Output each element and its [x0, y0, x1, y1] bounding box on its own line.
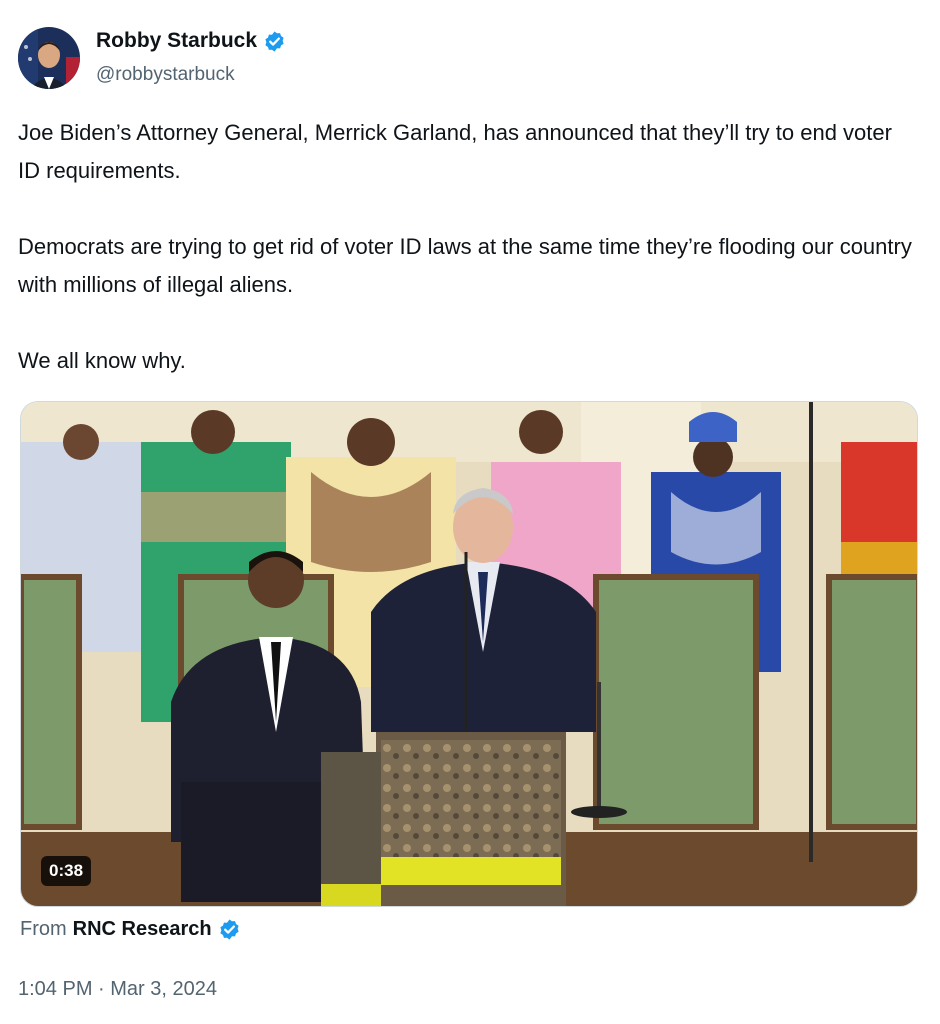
tweet-card: Robby Starbuck @robbystarbuck Joe Biden’… — [0, 0, 940, 1024]
author-name-row: Robby Starbuck — [96, 29, 286, 53]
source-verified-badge-icon — [220, 919, 239, 940]
video-duration-badge: 0:38 — [41, 856, 92, 886]
source-prefix: From — [20, 918, 67, 940]
verified-badge-icon — [265, 30, 284, 52]
author-display-name[interactable]: Robby Starbuck — [96, 29, 257, 53]
tweet-paragraph: Democrats are trying to get rid of voter… — [18, 234, 912, 297]
video-player[interactable]: 0:38 — [20, 401, 918, 907]
source-account-link[interactable]: RNC Research — [73, 918, 212, 941]
video-thumbnail — [21, 402, 917, 906]
video-source-row: From RNC Research — [20, 918, 241, 941]
tweet-timestamp[interactable]: 1:04 PM · Mar 3, 2024 — [18, 978, 217, 1001]
tweet-paragraph: Joe Biden’s Attorney General, Merrick Ga… — [18, 120, 892, 183]
tweet-paragraph: We all know why. — [18, 348, 186, 373]
tweet-text: Joe Biden’s Attorney General, Merrick Ga… — [18, 114, 918, 380]
author-handle[interactable]: @robbystarbuck — [96, 64, 235, 86]
author-avatar[interactable] — [18, 27, 80, 89]
